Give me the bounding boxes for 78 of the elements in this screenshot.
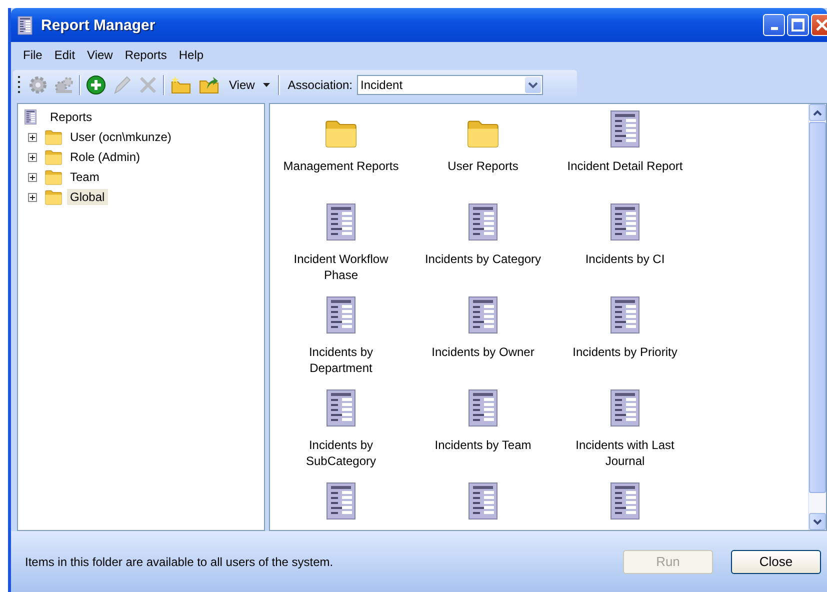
folder-icon — [44, 129, 63, 145]
item-label[interactable]: Incidents by Team — [434, 437, 532, 453]
scroll-thumb[interactable] — [809, 122, 826, 493]
report-icon — [609, 296, 641, 334]
tree-item[interactable]: Role (Admin) — [67, 149, 144, 165]
report-icon — [609, 203, 641, 241]
scroll-up-button[interactable] — [809, 104, 826, 121]
report-icon — [24, 109, 37, 125]
item-label[interactable]: Incident Detail Report — [567, 158, 683, 174]
scroll-down-button[interactable] — [809, 513, 826, 530]
folder-icon — [44, 169, 63, 185]
report-icon — [325, 389, 357, 427]
gear-icon — [28, 75, 48, 95]
close-button[interactable] — [811, 14, 827, 36]
item-label[interactable]: Incidents by Priority — [572, 344, 678, 360]
toolbar-button[interactable] — [169, 74, 193, 96]
status-text: Items in this folder are available to all users of the system. — [25, 554, 334, 568]
view-menu-button[interactable]: View — [225, 76, 274, 94]
report-icon — [609, 482, 641, 520]
report-icon — [325, 203, 357, 241]
menu-item[interactable]: Help — [174, 46, 208, 64]
new-folder-icon — [170, 75, 192, 95]
item-label[interactable]: Incidents by SubCategory — [279, 437, 403, 469]
folder-icon — [466, 118, 500, 148]
maximize-icon — [791, 18, 805, 32]
report-icon — [467, 482, 499, 520]
association-dropdown[interactable]: Incident — [356, 75, 542, 95]
item-label[interactable]: User Reports — [448, 158, 518, 174]
caret-icon — [262, 83, 270, 87]
tree-item[interactable]: User (ocn\mkunze) — [67, 129, 174, 145]
folder-icon — [324, 118, 358, 148]
add-icon — [86, 75, 106, 95]
item-label[interactable]: Incidents by Category — [424, 251, 542, 267]
scrollbar[interactable] — [808, 104, 826, 530]
item-label[interactable]: Management Reports — [283, 158, 399, 174]
item-label[interactable]: Incidents by CI — [585, 251, 665, 267]
report-icon — [609, 110, 641, 148]
pencil-icon — [112, 75, 132, 95]
expand-icon[interactable] — [28, 132, 37, 142]
expand-icon[interactable] — [28, 152, 37, 162]
report-icon — [467, 389, 499, 427]
menu-item[interactable]: File — [19, 46, 46, 64]
report-icon — [325, 482, 357, 520]
grip-icon — [17, 74, 21, 96]
add-button[interactable] — [85, 74, 107, 96]
folder-icon — [44, 149, 63, 165]
minimize-button[interactable] — [763, 14, 785, 36]
menu-item[interactable]: Reports — [120, 46, 171, 64]
gears-icon — [54, 75, 74, 95]
association-label: Association: — [288, 78, 352, 92]
folder-arrow-icon — [198, 75, 220, 95]
maximize-button[interactable] — [787, 14, 809, 36]
report-icon — [467, 203, 499, 241]
close-icon — [815, 18, 827, 32]
chevron-down-icon — [813, 518, 822, 524]
delete-icon — [138, 75, 158, 95]
item-label[interactable]: Incidents with Last Journal — [563, 437, 687, 469]
expand-icon[interactable] — [28, 192, 37, 202]
item-label[interactable]: Incidents by Owner — [432, 344, 534, 360]
item-label[interactable]: Incidents by Department — [279, 344, 403, 376]
minimize-icon — [770, 27, 778, 30]
report-icon — [467, 296, 499, 334]
folder-icon — [44, 189, 63, 205]
report-icon — [325, 296, 357, 334]
tree-item[interactable]: Global — [67, 189, 108, 205]
app-icon — [17, 16, 33, 34]
close-button[interactable]: Close — [731, 550, 821, 574]
menu-item[interactable]: View — [83, 46, 117, 64]
chevron-up-icon — [813, 110, 822, 116]
tree-item[interactable]: Reports — [47, 109, 96, 125]
report-icon — [609, 389, 641, 427]
expand-icon[interactable] — [28, 172, 37, 182]
toolbar-button[interactable] — [197, 74, 221, 96]
window-title: Report Manager — [41, 16, 156, 34]
item-label[interactable]: Incident Workflow Phase — [279, 251, 403, 283]
chevron-down-icon — [528, 82, 538, 88]
tree-item[interactable]: Team — [67, 169, 102, 185]
menu-item[interactable]: Edit — [50, 46, 80, 64]
